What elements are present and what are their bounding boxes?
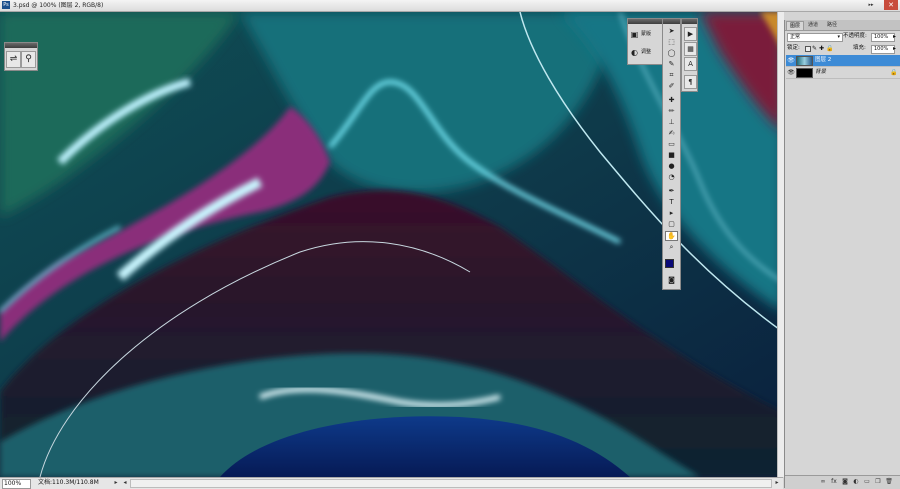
blend-mode-value: 正常: [790, 34, 801, 40]
layer-name[interactable]: 图层 2: [815, 56, 831, 65]
masks-label: 蒙版: [641, 31, 652, 37]
document-title: 3.psd @ 100% (图层 2, RGB/8): [13, 2, 104, 9]
healing-tool-icon[interactable]: ✚: [665, 95, 678, 105]
pen-tool-icon[interactable]: ✒: [665, 186, 678, 196]
fill-arrow-icon[interactable]: ▸: [893, 45, 896, 53]
lasso-tool-icon[interactable]: ◯: [665, 48, 678, 58]
layer-thumbnail: [796, 68, 813, 78]
blend-mode-select[interactable]: 正常 ▾: [787, 33, 843, 42]
opacity-input[interactable]: 100%: [871, 33, 895, 42]
document-title-bar[interactable]: Ps 3.psd @ 100% (图层 2, RGB/8) ▸▸ ✕: [0, 0, 900, 12]
crop-tool-icon[interactable]: ⌗: [665, 70, 678, 80]
vertical-scrollbar[interactable]: [777, 12, 784, 477]
link-layers-icon[interactable]: ∞: [819, 478, 827, 486]
blur-tool-icon[interactable]: ●: [665, 161, 678, 171]
mini-panel: ⇌ ⚲: [4, 42, 38, 71]
adjust-circle-icon: ◐: [631, 48, 638, 57]
gradient-tool-icon[interactable]: ■: [665, 150, 678, 160]
brush-tool-icon[interactable]: ✏: [665, 106, 678, 116]
add-mask-icon[interactable]: ◙: [841, 478, 849, 486]
chevron-down-icon: ▾: [837, 34, 840, 40]
hand-tool-icon[interactable]: ✋: [665, 231, 678, 241]
fill-label: 填充:: [853, 45, 866, 51]
history-brush-tool-icon[interactable]: ✍: [665, 128, 678, 138]
paragraph-icon[interactable]: ¶: [684, 75, 697, 89]
type-tool-icon[interactable]: T: [665, 197, 678, 207]
plug-icon[interactable]: ⚲: [21, 51, 36, 68]
mini-panel-header[interactable]: [5, 43, 37, 48]
layers-panel-footer: ∞ fx ◙ ◐ ▭ ❐ 🗑: [785, 475, 900, 489]
side-dock-header[interactable]: [682, 19, 697, 24]
move-tool-icon[interactable]: ➤: [665, 26, 678, 36]
layer-row-layer2[interactable]: 👁 图层 2: [786, 55, 900, 67]
stamp-tool-icon[interactable]: ⊥: [665, 117, 678, 127]
status-menu-arrow-icon[interactable]: ▸: [112, 479, 120, 487]
layer-style-icon[interactable]: fx: [830, 478, 838, 486]
path-select-tool-icon[interactable]: ▸: [665, 208, 678, 218]
eraser-tool-icon[interactable]: ▭: [665, 139, 678, 149]
lock-position-icon[interactable]: ✚: [819, 45, 824, 52]
adjust-sliders-icon[interactable]: ⇌: [6, 51, 21, 68]
lock-transparent-icon[interactable]: [805, 46, 811, 52]
adjust-panel-header[interactable]: [628, 19, 662, 24]
lock-all-icon[interactable]: 🔒: [826, 45, 833, 52]
opacity-arrow-icon[interactable]: ▸: [893, 33, 896, 41]
new-layer-icon[interactable]: ❐: [874, 478, 882, 486]
marquee-tool-icon[interactable]: ⬚: [665, 37, 678, 47]
actions-icon[interactable]: ▦: [684, 42, 697, 56]
adjustments-item[interactable]: ◐ 调整: [630, 45, 660, 61]
adjustments-label: 调整: [641, 49, 652, 55]
layer-name[interactable]: 背景: [815, 68, 826, 77]
quick-select-tool-icon[interactable]: ✎: [665, 59, 678, 69]
close-icon[interactable]: ✕: [884, 0, 898, 10]
tab-channels[interactable]: 通道: [805, 21, 821, 29]
opacity-label: 不透明度:: [843, 33, 867, 39]
tools-panel-header[interactable]: [663, 19, 680, 24]
scroll-right-icon[interactable]: ▸: [773, 479, 781, 487]
layers-panel: 图层 通道 路径 正常 ▾ 不透明度: 100% ▸ 锁定: ✎ ✚ 🔒 填充:…: [784, 20, 900, 489]
masks-item[interactable]: ▣ 蒙版: [630, 27, 660, 43]
eye-icon[interactable]: 👁: [787, 69, 795, 76]
tab-layers[interactable]: 图层: [786, 21, 805, 30]
fill-input[interactable]: 100%: [871, 45, 895, 54]
document-size-info: 文档:110.3M/110.8M: [38, 479, 99, 486]
foreground-color-swatch[interactable]: [665, 259, 674, 268]
lock-pixels-icon[interactable]: ✎: [812, 45, 817, 52]
quick-mask-icon[interactable]: ◙: [665, 275, 678, 285]
new-group-icon[interactable]: ▭: [863, 478, 871, 486]
adjustment-layer-icon[interactable]: ◐: [852, 478, 860, 486]
app-collapse-icon[interactable]: ▸▸: [864, 1, 878, 9]
character-icon[interactable]: A: [684, 57, 697, 71]
dodge-tool-icon[interactable]: ◔: [665, 172, 678, 182]
history-icon[interactable]: ▶: [684, 27, 697, 41]
tools-panel: ➤ ⬚ ◯ ✎ ⌗ ✐ ✚ ✏ ⊥ ✍ ▭ ■ ● ◔ ✒ T ▸ ▢ ✋ ⌕ …: [662, 18, 681, 290]
mask-icon: ▣: [630, 30, 639, 39]
lock-label: 锁定:: [787, 45, 800, 51]
mask-adjust-panel: ▣ 蒙版 ◐ 调整: [627, 18, 663, 65]
scroll-left-icon[interactable]: ◂: [121, 479, 129, 487]
layer-row-background[interactable]: 👁 背景 🔒: [786, 67, 900, 79]
eye-icon[interactable]: 👁: [787, 57, 795, 64]
photoshop-doc-icon: Ps: [2, 1, 10, 9]
side-panels-dock: ▶ ▦ A ¶: [681, 18, 698, 92]
zoom-tool-icon[interactable]: ⌕: [665, 242, 678, 252]
shape-tool-icon[interactable]: ▢: [665, 219, 678, 229]
tab-paths[interactable]: 路径: [824, 21, 840, 29]
layer-thumbnail: [796, 56, 813, 66]
eyedropper-tool-icon[interactable]: ✐: [665, 81, 678, 91]
delete-layer-icon[interactable]: 🗑: [885, 478, 893, 486]
layers-panel-tabs: 图层 通道 路径: [785, 20, 900, 31]
horizontal-scrollbar[interactable]: [130, 479, 772, 488]
lock-icon: 🔒: [890, 69, 898, 76]
